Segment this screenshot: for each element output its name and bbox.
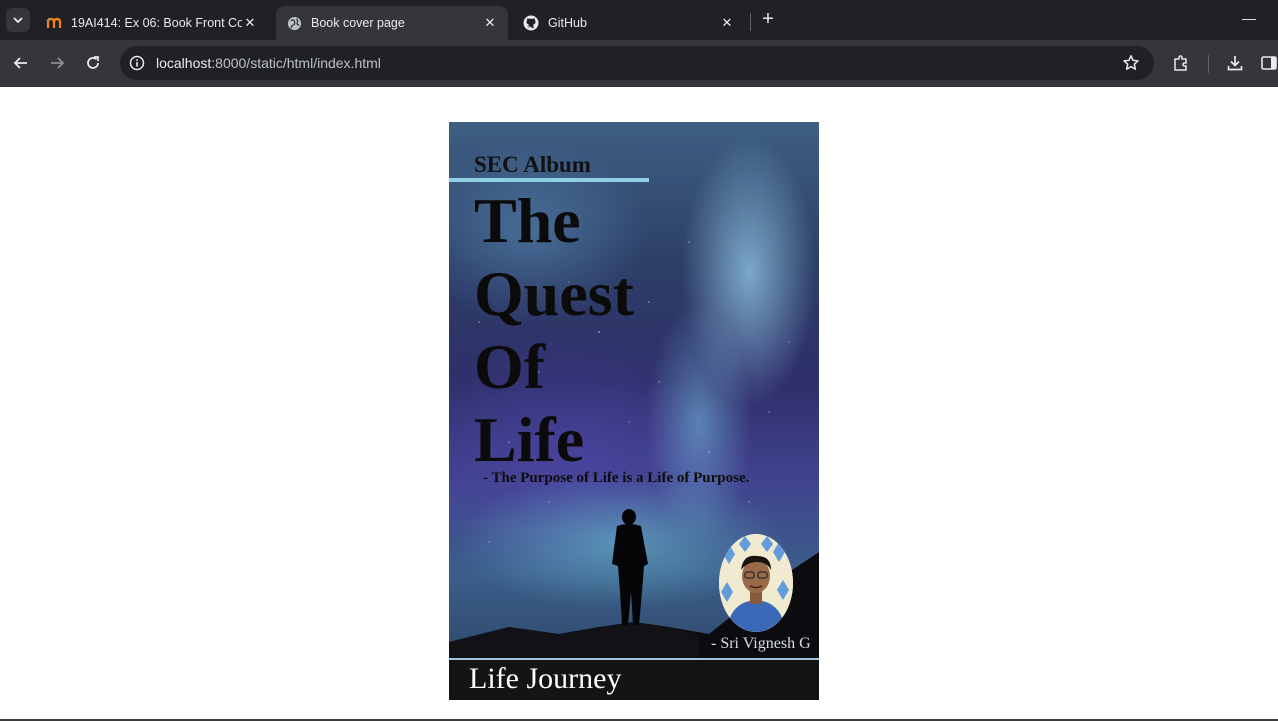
- book-cover: SEC Album The Quest Of Life - The Purpos…: [449, 122, 819, 700]
- title-line: Of: [474, 331, 546, 402]
- bookmark-star-icon[interactable]: [1122, 54, 1140, 77]
- title-line: Quest: [474, 258, 634, 329]
- site-info-icon[interactable]: [126, 52, 148, 74]
- reload-button[interactable]: [82, 52, 104, 74]
- tab-moodle[interactable]: 19AI414: Ex 06: Book Front Cov ✕: [36, 6, 268, 40]
- album-underline: [449, 178, 649, 182]
- tab-github[interactable]: GitHub ✕: [513, 6, 745, 40]
- title-line: The: [474, 185, 581, 256]
- new-tab-button[interactable]: +: [758, 9, 778, 29]
- cover-subtitle: Life Journey: [469, 662, 622, 695]
- close-tab-icon[interactable]: ✕: [482, 15, 498, 31]
- arrow-right-icon: [51, 57, 65, 69]
- tagline: - The Purpose of Life is a Life of Purpo…: [483, 470, 750, 486]
- book-title: The Quest Of Life: [474, 184, 634, 476]
- title-line: Life: [474, 404, 585, 475]
- person-silhouette: [612, 509, 648, 625]
- tab-title: Book cover page: [311, 16, 405, 30]
- tab-book-cover[interactable]: Book cover page ✕: [276, 6, 508, 40]
- author-photo: [719, 534, 793, 632]
- download-icon: [1227, 56, 1243, 71]
- arrow-left-icon: [13, 57, 27, 69]
- back-button[interactable]: [10, 52, 32, 74]
- side-panel-icon: [1261, 56, 1277, 70]
- puzzle-icon: [1174, 55, 1187, 71]
- moodle-icon: [46, 15, 62, 31]
- side-panel-button[interactable]: [1258, 52, 1278, 74]
- author-name: - Sri Vignesh G: [711, 635, 811, 652]
- extensions-button[interactable]: [1170, 52, 1192, 74]
- github-icon: [523, 15, 539, 31]
- url-path: :8000/static/html/index.html: [211, 55, 381, 71]
- minimize-window-button[interactable]: —: [1242, 10, 1256, 26]
- album-label: SEC Album: [474, 152, 591, 177]
- reload-icon: [87, 56, 99, 69]
- cover-footer: Life Journey: [449, 658, 819, 700]
- url-text[interactable]: localhost:8000/static/html/index.html: [156, 55, 381, 71]
- downloads-button[interactable]: [1224, 52, 1246, 74]
- forward-button[interactable]: [46, 52, 68, 74]
- address-bar[interactable]: localhost:8000/static/html/index.html: [120, 46, 1154, 80]
- chevron-down-icon: [13, 17, 23, 24]
- tab-title: 19AI414: Ex 06: Book Front Cov: [71, 16, 242, 30]
- close-tab-icon[interactable]: ✕: [719, 15, 735, 31]
- globe-icon: [286, 15, 302, 31]
- url-host: localhost: [156, 55, 212, 71]
- toolbar-separator: [1208, 55, 1209, 73]
- tab-strip: 19AI414: Ex 06: Book Front Cov ✕ Book co…: [0, 0, 1278, 40]
- tab-separator: [750, 13, 751, 31]
- tab-title: GitHub: [548, 16, 587, 30]
- browser-toolbar: localhost:8000/static/html/index.html: [0, 40, 1278, 87]
- tab-search-button[interactable]: [6, 8, 30, 32]
- close-tab-icon[interactable]: ✕: [242, 15, 258, 31]
